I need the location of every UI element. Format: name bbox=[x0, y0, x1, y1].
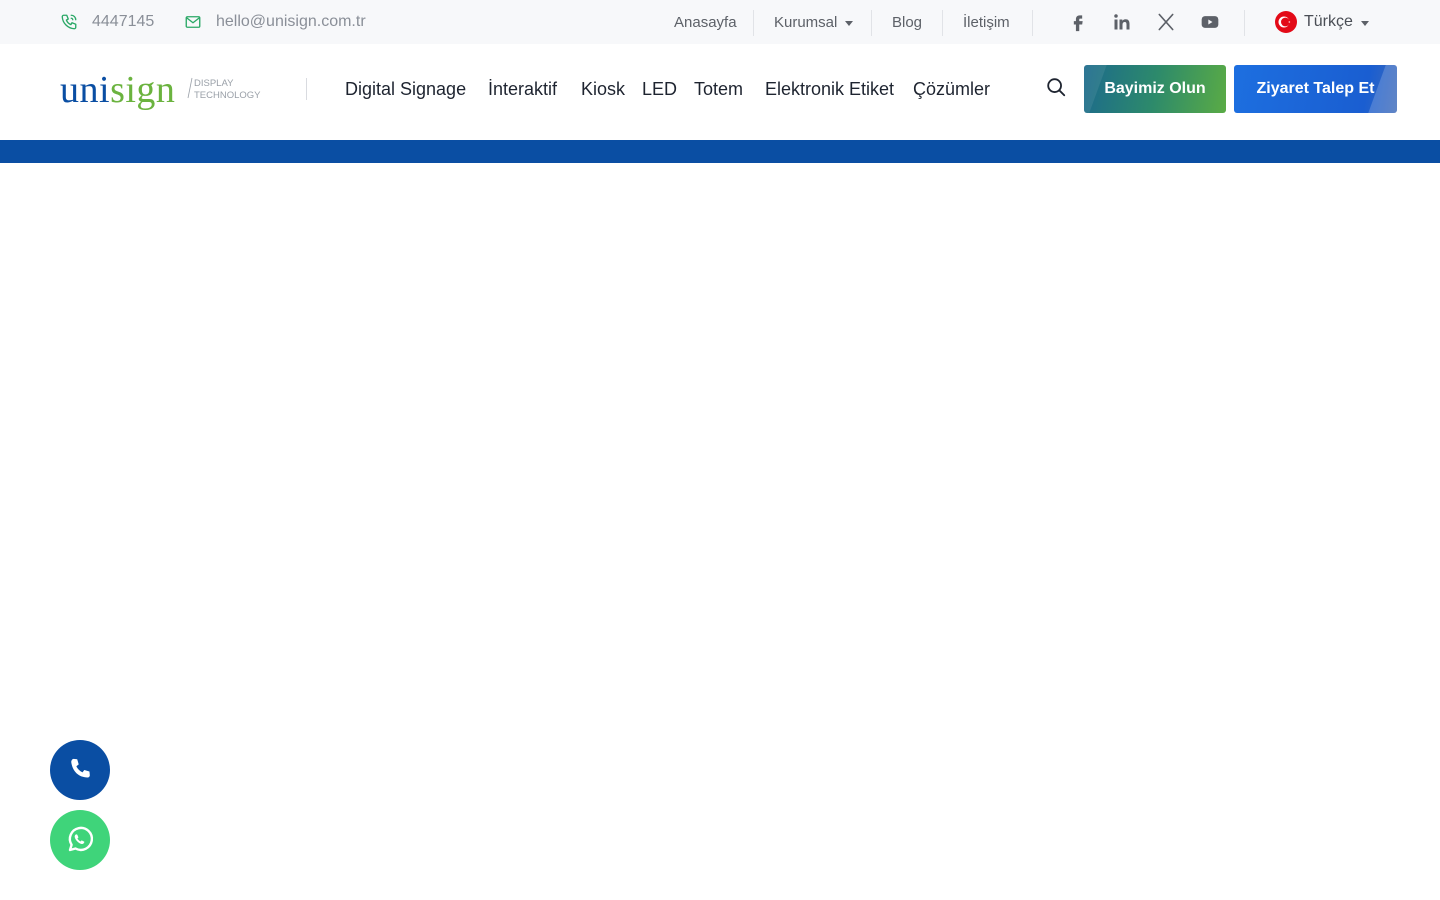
language-label: Türkçe bbox=[1304, 13, 1353, 30]
nav-led[interactable]: LED bbox=[642, 44, 677, 134]
topnav-kurumsal-label: Kurumsal bbox=[774, 13, 838, 31]
nav-kiosk[interactable]: Kiosk bbox=[581, 44, 625, 134]
call-button[interactable] bbox=[50, 740, 110, 800]
phone-number: 4447145 bbox=[92, 13, 155, 30]
header-accent-bar bbox=[0, 140, 1440, 163]
phone-link[interactable]: 4447145 bbox=[60, 0, 154, 44]
divider bbox=[753, 10, 754, 36]
phone-icon bbox=[61, 14, 77, 30]
caret-down-icon bbox=[845, 20, 854, 26]
dealer-button[interactable]: Bayimiz Olun bbox=[1084, 65, 1226, 113]
x-twitter-icon[interactable] bbox=[1156, 12, 1176, 32]
phone-icon bbox=[71, 758, 90, 778]
svg-text:TECHNOLOGY: TECHNOLOGY bbox=[194, 90, 261, 101]
divider bbox=[1032, 10, 1033, 36]
topnav-anasayfa[interactable]: Anasayfa bbox=[674, 0, 737, 44]
whatsapp-icon bbox=[68, 826, 94, 852]
unisign-logo[interactable]: unisign DISPLAY TECHNOLOGY bbox=[60, 66, 270, 116]
nav-digital-signage[interactable]: Digital Signage bbox=[345, 44, 466, 134]
nav-cozumler[interactable]: Çözümler bbox=[913, 44, 990, 134]
visit-request-button-label: Ziyaret Talep Et bbox=[1256, 80, 1375, 97]
caret-down-icon bbox=[1360, 20, 1369, 26]
email-link[interactable]: hello@unisign.com.tr bbox=[184, 0, 366, 44]
turkey-flag-icon bbox=[1275, 11, 1297, 33]
topnav-blog[interactable]: Blog bbox=[892, 0, 922, 44]
topnav-kurumsal[interactable]: Kurumsal bbox=[774, 0, 854, 44]
nav-totem[interactable]: Totem bbox=[694, 44, 743, 134]
svg-text:DISPLAY: DISPLAY bbox=[194, 78, 234, 89]
top-bar: 4447145 hello@unisign.com.tr Anasayfa Ku… bbox=[0, 0, 1440, 44]
nav-elektronik-etiket[interactable]: Elektronik Etiket bbox=[765, 44, 894, 134]
main-header: unisign DISPLAY TECHNOLOGY Digital Signa… bbox=[0, 44, 1440, 140]
search-icon[interactable] bbox=[1045, 76, 1067, 98]
svg-text:unisign: unisign bbox=[60, 69, 175, 111]
divider bbox=[871, 10, 872, 36]
email-address: hello@unisign.com.tr bbox=[216, 13, 366, 30]
mail-icon bbox=[185, 16, 201, 28]
linkedin-icon[interactable] bbox=[1112, 12, 1132, 32]
logo-divider bbox=[306, 78, 307, 100]
dealer-button-label: Bayimiz Olun bbox=[1104, 80, 1206, 97]
whatsapp-button[interactable] bbox=[50, 810, 110, 870]
youtube-icon[interactable] bbox=[1200, 12, 1220, 32]
language-selector[interactable]: Türkçe bbox=[1275, 0, 1369, 44]
divider bbox=[1244, 10, 1245, 36]
visit-request-button[interactable]: Ziyaret Talep Et bbox=[1234, 65, 1397, 113]
topnav-iletisim[interactable]: İletişim bbox=[963, 0, 1010, 44]
facebook-icon[interactable] bbox=[1068, 12, 1088, 32]
nav-interaktif[interactable]: İnteraktif bbox=[488, 44, 557, 134]
divider bbox=[942, 10, 943, 36]
